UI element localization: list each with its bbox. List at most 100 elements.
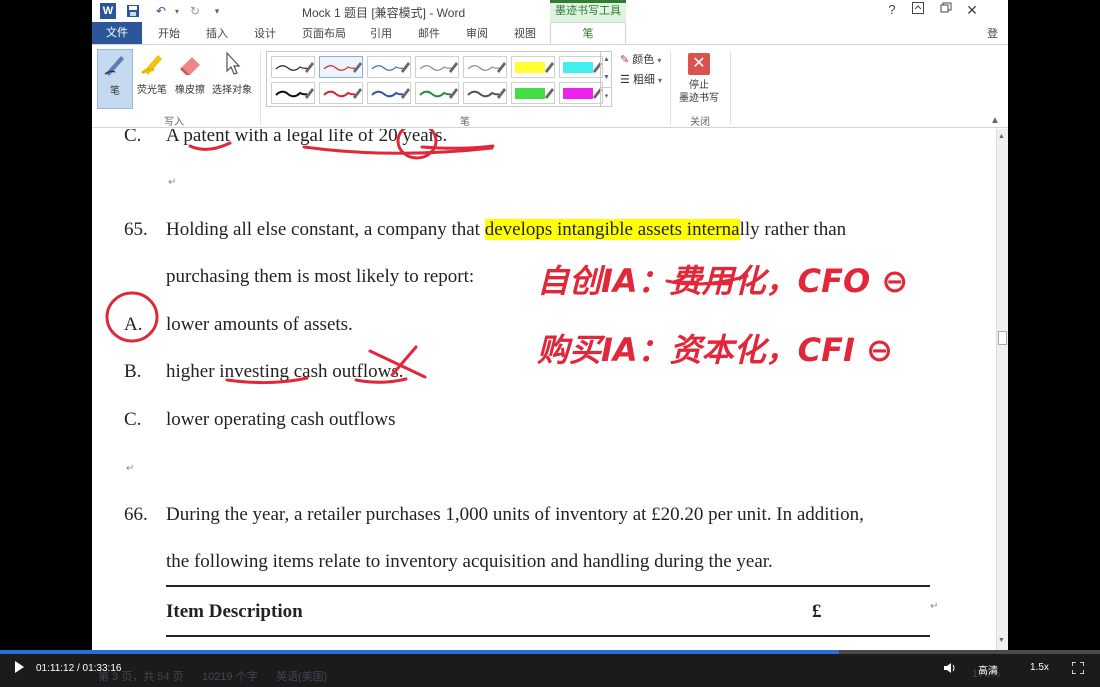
tab-view[interactable]: 视图 [514, 25, 536, 41]
pen-style-option[interactable] [319, 82, 363, 104]
pen-style-option[interactable] [511, 82, 555, 104]
undo-dropdown-icon[interactable]: ▾ [168, 2, 186, 20]
pen-style-option[interactable] [559, 56, 603, 78]
tab-review[interactable]: 审阅 [466, 25, 488, 41]
gallery-up-icon[interactable]: ▲ [601, 51, 612, 69]
fullscreen-icon[interactable] [1071, 661, 1085, 677]
highlighter-tool-label: 荧光笔 [137, 85, 167, 96]
pen-color-label: 颜色 [632, 54, 655, 66]
pen-style-option[interactable] [511, 56, 555, 78]
gallery-down-icon[interactable]: ▼ [601, 69, 612, 87]
question-65-line-1: Holding all else constant, a company tha… [166, 219, 846, 241]
highlighted-text: develops intangible assets interna [484, 219, 740, 240]
table-header-amount: £ [812, 601, 822, 622]
paragraph-mark: ↵ [930, 601, 939, 612]
stop-inking-button[interactable]: ✕ 停止 墨迹书写 [675, 51, 723, 111]
pen-stroke-icon [563, 62, 602, 73]
scroll-down-icon[interactable]: ▼ [998, 637, 1005, 644]
customize-quick-access-icon[interactable]: ▾ [208, 2, 226, 20]
pen-color-icon: ✎ [620, 54, 630, 66]
gallery-more-icon[interactable]: ▾ [601, 87, 612, 105]
tab-file[interactable]: 文件 [92, 22, 142, 44]
option-letter: B. [124, 361, 142, 382]
word-status-bar: 第 3 页，共 54 页 10219 个字 英语(美国) 170% [92, 668, 1008, 684]
group-label-pens: 笔 [460, 117, 470, 128]
pen-style-option[interactable] [367, 56, 411, 78]
title-bar: W ↶ ▾ ↻ ▾ Mock 1 题目 [兼容模式] - Word 墨迹书写工具… [92, 0, 1008, 22]
ink-tools-context-label: 墨迹书写工具 [550, 0, 626, 22]
quality-button[interactable]: 高清 [978, 662, 998, 677]
pen-stroke-icon [371, 88, 410, 99]
pen-tool-button[interactable]: 笔 [97, 49, 133, 109]
pen-style-option[interactable] [319, 56, 363, 78]
tab-layout[interactable]: 页面布局 [302, 25, 346, 41]
tab-mailings[interactable]: 邮件 [418, 25, 440, 41]
pen-color-dropdown[interactable]: ✎ 颜色 ▾ [620, 51, 661, 67]
question-65-line-2: purchasing them is most likely to report… [166, 266, 475, 287]
paragraph-mark: ↵ [168, 177, 177, 188]
collapse-ribbon-icon[interactable]: ▲ [990, 115, 1000, 126]
vertical-scrollbar[interactable]: ▲ ▼ [996, 129, 1008, 650]
tab-references[interactable]: 引用 [370, 25, 392, 41]
close-button[interactable]: ✕ [960, 2, 984, 19]
status-language: 英语(美国) [276, 671, 328, 683]
tab-design[interactable]: 设计 [254, 25, 276, 41]
video-progress-fill [0, 650, 840, 654]
option-text: lower amounts of assets. [166, 314, 353, 335]
select-objects-label: 选择对象 [212, 85, 252, 96]
question-number: 65. [124, 219, 148, 240]
volume-icon[interactable] [943, 662, 957, 677]
question-65-text-pre: Holding all else constant, a company tha… [166, 219, 485, 240]
pen-stroke-icon [275, 88, 314, 99]
tab-home[interactable]: 开始 [158, 25, 180, 41]
pen-stroke-icon [323, 62, 362, 73]
pen-style-option[interactable] [463, 56, 507, 78]
pen-style-option[interactable] [415, 56, 459, 78]
play-icon[interactable] [14, 661, 26, 675]
option-text: lower operating cash outflows [166, 409, 396, 430]
paragraph-mark: ↵ [126, 463, 135, 474]
tab-insert[interactable]: 插入 [206, 25, 228, 41]
save-icon[interactable] [124, 2, 142, 20]
table-top-rule [166, 585, 930, 587]
chevron-down-icon: ▾ [657, 56, 662, 65]
pen-stroke-icon [419, 62, 458, 73]
pen-style-option[interactable] [559, 82, 603, 104]
scroll-up-icon[interactable]: ▲ [998, 133, 1005, 140]
help-button[interactable]: ? [880, 2, 904, 17]
pen-stroke-icon [515, 62, 554, 73]
minimize-button[interactable] [934, 2, 958, 17]
option-text: higher investing cash outflows. [166, 361, 404, 382]
pen-style-option[interactable] [271, 56, 315, 78]
gallery-scroll[interactable]: ▲ ▼ ▾ [600, 51, 612, 107]
document-page[interactable]: C. A patent with a legal life of 20 year… [92, 129, 996, 650]
video-progress-track[interactable] [0, 650, 1100, 654]
ribbon-separator [730, 51, 731, 125]
scroll-thumb[interactable] [998, 331, 1007, 345]
tab-pen[interactable]: 笔 [550, 22, 626, 44]
option-text: A patent with a legal life of 20 years. [166, 129, 448, 146]
pen-icon [98, 50, 132, 82]
table-header-rule [166, 635, 930, 637]
pen-thickness-label: 粗细 [632, 74, 655, 86]
annotation-line-2: 购买IA：资本化，CFI ⊖ [537, 331, 893, 369]
pen-style-option[interactable] [367, 82, 411, 104]
word-window: W ↶ ▾ ↻ ▾ Mock 1 题目 [兼容模式] - Word 墨迹书写工具… [92, 0, 1008, 650]
pen-style-option[interactable] [415, 82, 459, 104]
table-header-item: Item Description [166, 601, 303, 622]
group-label-close: 关闭 [690, 117, 710, 128]
select-objects-button[interactable]: 选择对象 [210, 49, 254, 109]
speed-button[interactable]: 1.5x [1030, 662, 1049, 673]
window-title: Mock 1 题目 [兼容模式] - Word [302, 6, 466, 20]
pen-stroke-icon [563, 88, 602, 99]
redo-icon[interactable]: ↻ [186, 2, 204, 20]
question-number: 66. [124, 504, 148, 525]
pen-style-option[interactable] [271, 82, 315, 104]
pen-styles-gallery [266, 51, 612, 107]
pen-thickness-dropdown[interactable]: ☰ 粗细 ▾ [620, 71, 662, 87]
highlighter-tool-button[interactable]: 荧光笔 [134, 49, 170, 109]
eraser-tool-button[interactable]: 橡皮擦 [172, 49, 208, 109]
pen-stroke-icon [371, 62, 410, 73]
pen-style-option[interactable] [463, 82, 507, 104]
ribbon-display-options-button[interactable] [906, 2, 930, 17]
